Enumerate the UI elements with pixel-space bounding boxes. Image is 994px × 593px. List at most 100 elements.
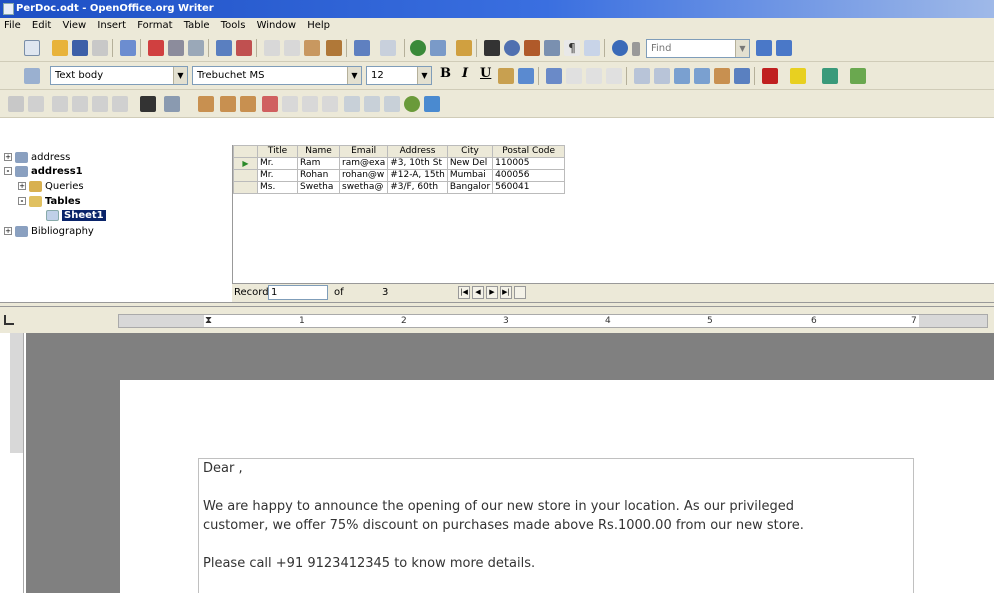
copy-icon[interactable] (284, 40, 300, 56)
print-preview-icon[interactable] (188, 40, 204, 56)
paragraph-text[interactable]: Please call +91 9123412345 to know more … (203, 555, 535, 573)
outline-icon[interactable] (518, 68, 534, 84)
table-row[interactable]: Ms. Swetha swetha@ #3/F, 60th Bangalor 5… (233, 181, 566, 194)
align-right-icon[interactable] (586, 68, 602, 84)
align-left-icon[interactable] (546, 68, 562, 84)
column-header[interactable]: Address (387, 145, 448, 158)
character-icon[interactable] (850, 68, 866, 84)
table-cell[interactable]: Ms. (257, 181, 298, 194)
undo-icon[interactable] (112, 96, 128, 112)
shadow-icon[interactable] (498, 68, 514, 84)
edit-data-icon[interactable] (28, 96, 44, 112)
paragraph-direction-rtl-icon[interactable] (734, 68, 750, 84)
column-header[interactable]: City (446, 145, 494, 158)
chevron-down-icon[interactable]: ▼ (347, 67, 361, 84)
table-cell[interactable]: Swetha (297, 181, 340, 194)
table-row[interactable]: Mr. Rohan rohan@w #12-A, 15th Mumbai 400… (233, 169, 566, 182)
paragraph-line[interactable]: customer, we offer 75% discount on purch… (203, 517, 804, 535)
table-cell[interactable]: Mr. (257, 157, 298, 170)
redo-icon[interactable] (380, 40, 396, 56)
data-sources-icon[interactable] (544, 40, 560, 56)
sort-icon[interactable] (220, 96, 236, 112)
standard-filter-icon[interactable] (302, 96, 318, 112)
data-to-fields-icon[interactable] (364, 96, 380, 112)
find-next-icon[interactable] (756, 40, 772, 56)
sort-ascending-icon[interactable] (198, 96, 214, 112)
tree-item-address[interactable]: + address (4, 151, 70, 165)
new-record-icon[interactable] (514, 286, 526, 299)
table-cell[interactable]: Rohan (297, 169, 340, 182)
spellcheck-icon[interactable] (216, 40, 232, 56)
chevron-down-icon[interactable]: ▼ (173, 67, 187, 84)
table-cell[interactable]: 400056 (492, 169, 566, 182)
data-source-current-icon[interactable] (404, 96, 420, 112)
horizontal-ruler[interactable]: ⧗ 1 2 3 4 5 6 7 (118, 314, 988, 328)
collapse-icon[interactable]: - (18, 197, 26, 205)
underline-icon[interactable]: U (480, 66, 491, 81)
increase-indent-icon[interactable] (694, 68, 710, 84)
paragraph-line[interactable]: We are happy to announce the opening of … (203, 498, 794, 516)
table-cell[interactable]: Bangalor (446, 181, 494, 194)
paragraph-style-select[interactable]: Text body ▼ (50, 66, 188, 85)
menu-window[interactable]: Window (253, 18, 300, 34)
justify-icon[interactable] (606, 68, 622, 84)
background-color-icon[interactable] (822, 68, 838, 84)
column-header[interactable]: Title (257, 145, 298, 158)
table-row[interactable]: ▶ Mr. Ram ram@exa #3, 10th St New Del 11… (233, 157, 566, 170)
paste-icon[interactable] (304, 40, 320, 56)
last-record-icon[interactable]: ▶| (500, 286, 512, 299)
font-size-select[interactable]: 12 ▼ (366, 66, 432, 85)
numbering-icon[interactable] (634, 68, 650, 84)
column-header[interactable]: Email (338, 145, 389, 158)
menu-edit[interactable]: Edit (28, 18, 55, 34)
bullets-icon[interactable] (654, 68, 670, 84)
tree-item-bibliography[interactable]: + Bibliography (4, 225, 94, 239)
column-header[interactable]: Postal Code (492, 145, 566, 158)
toolbar-options-icon[interactable] (632, 42, 640, 56)
print-icon[interactable] (168, 40, 184, 56)
clone-format-icon[interactable] (326, 40, 342, 56)
table-cell[interactable]: swetha@ (338, 181, 389, 194)
expand-icon[interactable]: + (4, 227, 12, 235)
cut-icon[interactable] (52, 96, 68, 112)
collapse-icon[interactable]: - (4, 167, 12, 175)
help-icon[interactable] (612, 40, 628, 56)
indent-marker-icon[interactable]: ⧗ (205, 315, 212, 327)
refresh-icon[interactable] (164, 96, 180, 112)
styles-formatting-icon[interactable] (24, 68, 40, 84)
paste-icon[interactable] (92, 96, 108, 112)
align-center-icon[interactable] (566, 68, 582, 84)
menu-help[interactable]: Help (303, 18, 334, 34)
explorer-toggle-icon[interactable] (424, 96, 440, 112)
save-record-icon[interactable] (8, 96, 24, 112)
find-input[interactable]: Find ▼ (646, 39, 750, 58)
menu-file[interactable]: File (0, 18, 25, 34)
first-record-icon[interactable]: |◀ (458, 286, 470, 299)
menu-format[interactable]: Format (133, 18, 176, 34)
expand-icon[interactable]: + (4, 153, 12, 161)
data-to-text-icon[interactable] (344, 96, 360, 112)
italic-icon[interactable]: I (462, 66, 468, 81)
save-icon[interactable] (72, 40, 88, 56)
apply-filter-icon[interactable] (282, 96, 298, 112)
gallery-icon[interactable] (524, 40, 540, 56)
table-cell[interactable]: 110005 (492, 157, 566, 170)
menu-tools[interactable]: Tools (217, 18, 250, 34)
table-cell[interactable]: New Del (446, 157, 494, 170)
navigator-icon[interactable] (504, 40, 520, 56)
edit-file-icon[interactable] (120, 40, 136, 56)
greeting-text[interactable]: Dear , (203, 460, 243, 478)
table-icon[interactable] (430, 40, 446, 56)
table-cell[interactable]: Mumbai (446, 169, 494, 182)
copy-icon[interactable] (72, 96, 88, 112)
autofilter-icon[interactable] (262, 96, 278, 112)
nonprinting-chars-icon[interactable]: ¶ (564, 40, 580, 56)
font-color-icon[interactable] (762, 68, 778, 84)
table-cell[interactable]: ram@exa (338, 157, 389, 170)
table-cell[interactable]: Ram (297, 157, 340, 170)
table-cell[interactable]: Mr. (257, 169, 298, 182)
find-replace-icon[interactable] (484, 40, 500, 56)
table-cell[interactable]: #3, 10th St (387, 157, 448, 170)
expand-icon[interactable]: + (18, 182, 26, 190)
hyperlink-icon[interactable] (410, 40, 426, 56)
